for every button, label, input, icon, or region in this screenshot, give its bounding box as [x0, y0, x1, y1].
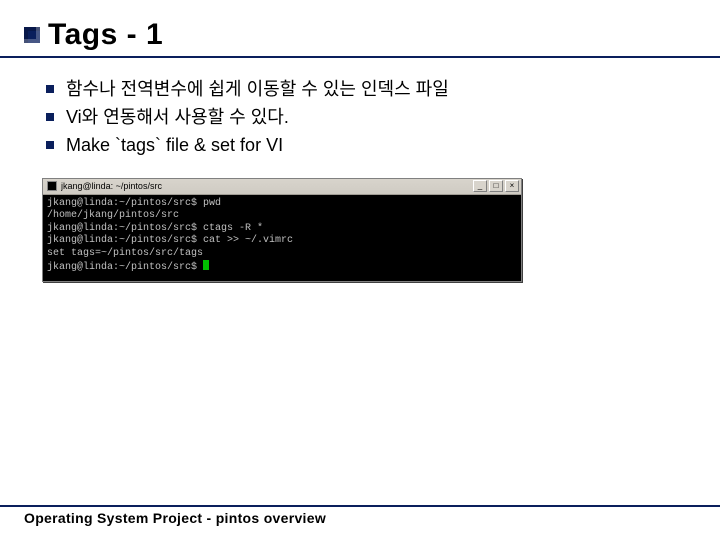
slide: Tags - 1 함수나 전역변수에 쉽게 이동할 수 있는 인덱스 파일 Vi… [0, 0, 720, 540]
terminal-app-icon [47, 181, 57, 191]
maximize-button[interactable]: □ [489, 180, 503, 192]
terminal-title: jkang@linda: ~/pintos/src [61, 181, 473, 191]
bullet-text: Make `tags` file & set for VI [66, 132, 283, 160]
bullet-text: Vi와 연동해서 사용할 수 있다. [66, 104, 289, 132]
list-item: Vi와 연동해서 사용할 수 있다. [46, 104, 696, 132]
bullet-icon [46, 113, 54, 121]
footer-line [0, 505, 720, 507]
terminal-line: jkang@linda:~/pintos/src$ pwd [47, 198, 517, 211]
window-buttons: _ □ × [473, 180, 519, 192]
terminal-line: jkang@linda:~/pintos/src$ ctags -R * [47, 223, 517, 236]
terminal-line: set tags=~/pintos/src/tags [47, 248, 517, 261]
title-underline [0, 56, 720, 58]
list-item: 함수나 전역변수에 쉽게 이동할 수 있는 인덱스 파일 [46, 76, 696, 104]
terminal-line: /home/jkang/pintos/src [47, 210, 517, 223]
terminal-line: jkang@linda:~/pintos/src$ cat >> ~/.vimr… [47, 235, 517, 248]
list-item: Make `tags` file & set for VI [46, 132, 696, 160]
slide-title: Tags - 1 [48, 18, 163, 52]
title-row: Tags - 1 [24, 18, 696, 52]
cursor-icon [203, 260, 209, 270]
terminal-body: jkang@linda:~/pintos/src$ pwd /home/jkan… [43, 195, 521, 281]
bullet-icon [46, 141, 54, 149]
bullet-text: 함수나 전역변수에 쉽게 이동할 수 있는 인덱스 파일 [66, 76, 449, 104]
bullet-icon [46, 85, 54, 93]
footer: Operating System Project - pintos overvi… [0, 505, 720, 526]
footer-text: Operating System Project - pintos overvi… [24, 510, 696, 526]
title-bullet-icon [24, 27, 40, 43]
bullet-list: 함수나 전역변수에 쉽게 이동할 수 있는 인덱스 파일 Vi와 연동해서 사용… [24, 76, 696, 160]
terminal-line: jkang@linda:~/pintos/src$ [47, 260, 517, 275]
terminal-window: jkang@linda: ~/pintos/src _ □ × jkang@li… [42, 178, 522, 282]
minimize-button[interactable]: _ [473, 180, 487, 192]
terminal-prompt: jkang@linda:~/pintos/src$ [47, 262, 203, 273]
close-button[interactable]: × [505, 180, 519, 192]
terminal-titlebar: jkang@linda: ~/pintos/src _ □ × [43, 179, 521, 195]
